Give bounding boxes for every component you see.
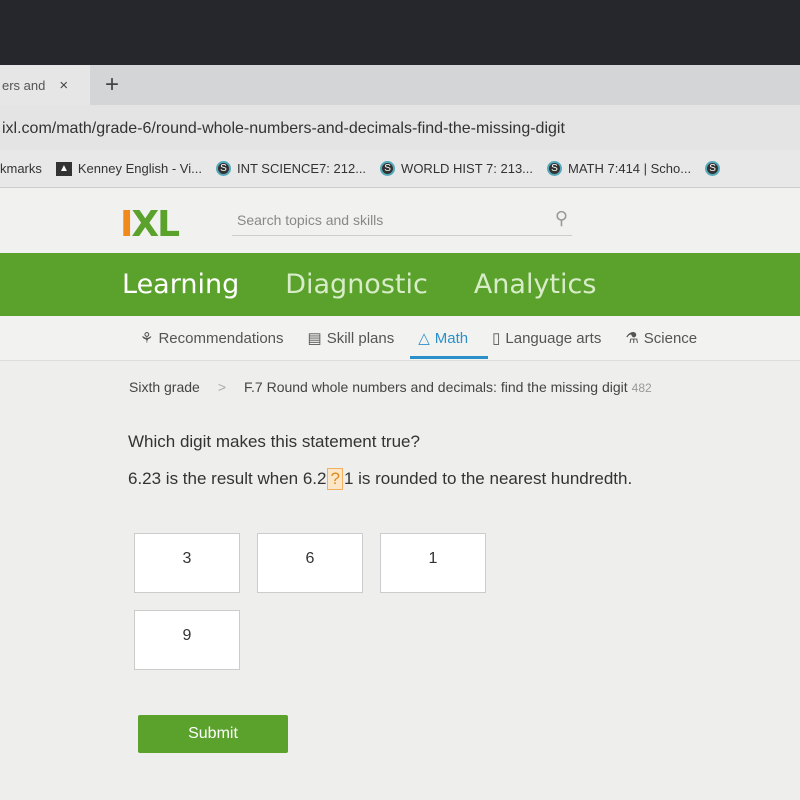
bookmark-label: kmarks — [0, 161, 42, 176]
search-icon[interactable]: ⚲ — [555, 208, 568, 229]
subnav-label: Science — [643, 329, 698, 347]
question-prompt: Which digit makes this statement true? — [128, 432, 420, 451]
bookmark-label: MATH 7:414 | Scho... — [568, 161, 692, 176]
science-icon: ⚗ — [625, 330, 639, 347]
skill-plans-icon: ▤ — [307, 330, 322, 347]
new-tab-button[interactable]: + — [105, 71, 119, 99]
recommendations-icon: ⚘ — [140, 330, 154, 347]
missing-digit-box: ? — [327, 468, 343, 490]
bookmark-label: Kenney English - Vi... — [77, 161, 202, 176]
breadcrumb-grade[interactable]: Sixth grade — [129, 379, 200, 395]
choice-9[interactable]: 9 — [134, 610, 240, 670]
close-icon[interactable]: × — [59, 77, 68, 94]
subnav-skill-plans[interactable]: ▤ Skill plans — [308, 316, 395, 361]
nav-learning[interactable]: Learning — [122, 269, 239, 300]
schoology-icon: S — [380, 161, 396, 176]
choice-3[interactable]: 3 — [134, 533, 240, 593]
subnav-science[interactable]: ⚗ Science — [625, 316, 697, 361]
nav-diagnostic[interactable]: Diagnostic — [285, 269, 428, 300]
subnav-label: Recommendations — [158, 329, 284, 347]
subnav-label: Skill plans — [326, 329, 395, 347]
site-header: IXL Search topics and skills ⚲ — [0, 188, 800, 253]
breadcrumb: Sixth grade > F.7 Round whole numbers an… — [0, 361, 800, 413]
person-icon: ▲ — [55, 161, 72, 176]
skill-title: F.7 Round whole numbers and decimals: fi… — [244, 379, 628, 395]
breadcrumb-skill: F.7 Round whole numbers and decimals: fi… — [244, 379, 652, 395]
ixl-logo[interactable]: IXL — [120, 204, 180, 245]
bookmark-world-hist[interactable]: S WORLD HIST 7: 213... — [380, 161, 533, 176]
subnav-label: Math — [434, 329, 469, 347]
url-text: ixl.com/math/grade-6/round-whole-numbers… — [2, 120, 565, 137]
tab-title: ers and — [2, 77, 46, 93]
bookmarks-bar: kmarks ▲ Kenney English - Vi... S INT SCIE… — [0, 150, 800, 188]
address-bar[interactable]: ixl.com/math/grade-6/round-whole-numbers… — [0, 105, 800, 150]
book-icon: ▯ — [492, 330, 501, 347]
bookmarks-label: kmarks — [0, 161, 42, 176]
search-placeholder: Search topics and skills — [237, 212, 384, 228]
submit-button[interactable]: Submit — [138, 715, 288, 753]
subnav-language-arts[interactable]: ▯ Language arts — [492, 316, 601, 361]
bookmark-int-science[interactable]: S INT SCIENCE7: 212... — [215, 161, 367, 176]
subnav-label: Language arts — [505, 329, 602, 347]
bookmark-more[interactable]: S — [705, 161, 721, 176]
ixl-page: IXL Search topics and skills ⚲ Learning D… — [0, 188, 800, 800]
choice-6[interactable]: 6 — [257, 533, 363, 593]
schoology-icon: S — [547, 161, 563, 176]
bookmark-label: INT SCIENCE7: 212... — [236, 161, 367, 176]
skill-id: 482 — [631, 381, 652, 395]
chevron-right-icon: > — [217, 379, 227, 395]
subnav-math[interactable]: △ Math — [410, 316, 489, 361]
schoology-icon: S — [705, 161, 721, 176]
bookmark-kenney-english[interactable]: ▲ Kenney English - Vi... — [55, 161, 202, 176]
tab-bar: ers and × + — [0, 65, 800, 105]
choice-1[interactable]: 1 — [380, 533, 486, 593]
main-nav: Learning Diagnostic Analytics — [0, 253, 800, 316]
subject-nav: ⚘ Recommendations ▤ Skill plans △ Math ▯ Lan… — [0, 316, 800, 361]
statement-before: 6.23 is the result when 6.2 — [128, 469, 327, 488]
nav-analytics[interactable]: Analytics — [474, 269, 597, 300]
browser-tab[interactable]: ers and × — [0, 65, 90, 105]
statement-after: 1 is rounded to the nearest hundredth. — [343, 469, 633, 488]
bookmark-label: WORLD HIST 7: 213... — [401, 161, 534, 176]
pyramid-icon: △ — [418, 330, 430, 347]
bookmark-math[interactable]: S MATH 7:414 | Scho... — [547, 161, 691, 176]
subnav-recommendations[interactable]: ⚘ Recommendations — [140, 316, 284, 361]
question-statement: 6.23 is the result when 6.2? 1 is rounded… — [128, 468, 800, 490]
screen-bezel — [0, 0, 800, 65]
schoology-icon: S — [215, 161, 231, 176]
search-input[interactable]: Search topics and skills ⚲ — [232, 206, 572, 236]
